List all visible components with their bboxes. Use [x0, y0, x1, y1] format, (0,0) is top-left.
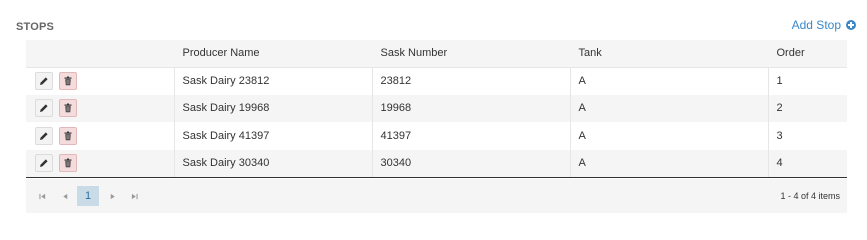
- last-page-icon: [131, 193, 138, 199]
- table-row: Sask Dairy 19968 19968 A 2: [26, 94, 847, 122]
- producer-name-cell: Sask Dairy 41397: [173, 122, 372, 150]
- edit-button[interactable]: [35, 126, 53, 145]
- previous-page-button[interactable]: [54, 179, 76, 213]
- row-actions-cell: [26, 67, 174, 95]
- add-stop-label: Add Stop: [791, 18, 841, 32]
- table-row: Sask Dairy 23812 23812 A 1: [26, 67, 847, 95]
- pencil-icon: [40, 132, 48, 140]
- delete-button[interactable]: [59, 154, 77, 172]
- trash-icon: [64, 131, 72, 141]
- tank-cell: A: [569, 149, 768, 178]
- column-header-producer-name[interactable]: Producer Name: [173, 40, 372, 68]
- pencil-icon: [40, 159, 48, 167]
- sask-number-cell: 30340: [371, 149, 570, 178]
- next-page-button[interactable]: [101, 179, 123, 213]
- sask-number-cell: 19968: [371, 94, 570, 122]
- pencil-icon: [40, 104, 48, 113]
- pencil-icon: [40, 77, 48, 85]
- producer-name-cell: Sask Dairy 23812: [173, 67, 372, 95]
- previous-page-icon: [62, 193, 67, 199]
- stops-panel: STOPS Add Stop Producer Name Sask Number…: [0, 0, 867, 225]
- edit-button[interactable]: [35, 99, 53, 118]
- column-header-order[interactable]: Order: [767, 40, 847, 68]
- producer-name-cell: Sask Dairy 30340: [173, 149, 372, 178]
- sask-number-cell: 41397: [371, 122, 570, 150]
- pager: 1 1 - 4 of 4 items: [26, 179, 847, 213]
- order-cell: 2: [767, 94, 847, 122]
- pager-info: 1 - 4 of 4 items: [780, 191, 840, 201]
- tank-cell: A: [569, 94, 768, 122]
- last-page-button[interactable]: [123, 179, 145, 213]
- section-title: STOPS: [16, 21, 55, 33]
- row-actions-cell: [26, 122, 174, 150]
- edit-button[interactable]: [35, 154, 53, 172]
- page-number-current[interactable]: 1: [77, 186, 99, 206]
- next-page-icon: [110, 193, 115, 199]
- delete-button[interactable]: [59, 99, 77, 118]
- table-header-row: Producer Name Sask Number Tank Order: [26, 40, 847, 68]
- trash-icon: [64, 103, 72, 113]
- order-cell: 3: [767, 122, 847, 150]
- first-page-icon: [38, 193, 45, 199]
- column-header-actions: [26, 40, 174, 68]
- delete-button[interactable]: [59, 72, 77, 90]
- order-cell: 1: [767, 67, 847, 95]
- trash-icon: [64, 158, 72, 168]
- row-actions-cell: [26, 94, 174, 122]
- table-row: Sask Dairy 41397 41397 A 3: [26, 122, 847, 150]
- tank-cell: A: [569, 67, 768, 95]
- table-row: Sask Dairy 30340 30340 A 4: [26, 149, 847, 178]
- add-stop-button[interactable]: Add Stop: [792, 18, 856, 32]
- column-header-tank[interactable]: Tank: [569, 40, 768, 68]
- order-cell: 4: [767, 149, 847, 178]
- producer-name-cell: Sask Dairy 19968: [173, 94, 372, 122]
- plus-circle-icon: [846, 20, 856, 30]
- sask-number-cell: 23812: [371, 67, 570, 95]
- row-actions-cell: [26, 149, 174, 178]
- first-page-button[interactable]: [31, 179, 53, 213]
- trash-icon: [64, 76, 72, 86]
- column-header-sask-number[interactable]: Sask Number: [371, 40, 570, 68]
- stops-grid: Producer Name Sask Number Tank Order Sas…: [26, 40, 847, 178]
- edit-button[interactable]: [35, 72, 53, 90]
- tank-cell: A: [569, 122, 768, 150]
- delete-button[interactable]: [59, 126, 77, 145]
- stops-table: Producer Name Sask Number Tank Order Sas…: [26, 40, 847, 178]
